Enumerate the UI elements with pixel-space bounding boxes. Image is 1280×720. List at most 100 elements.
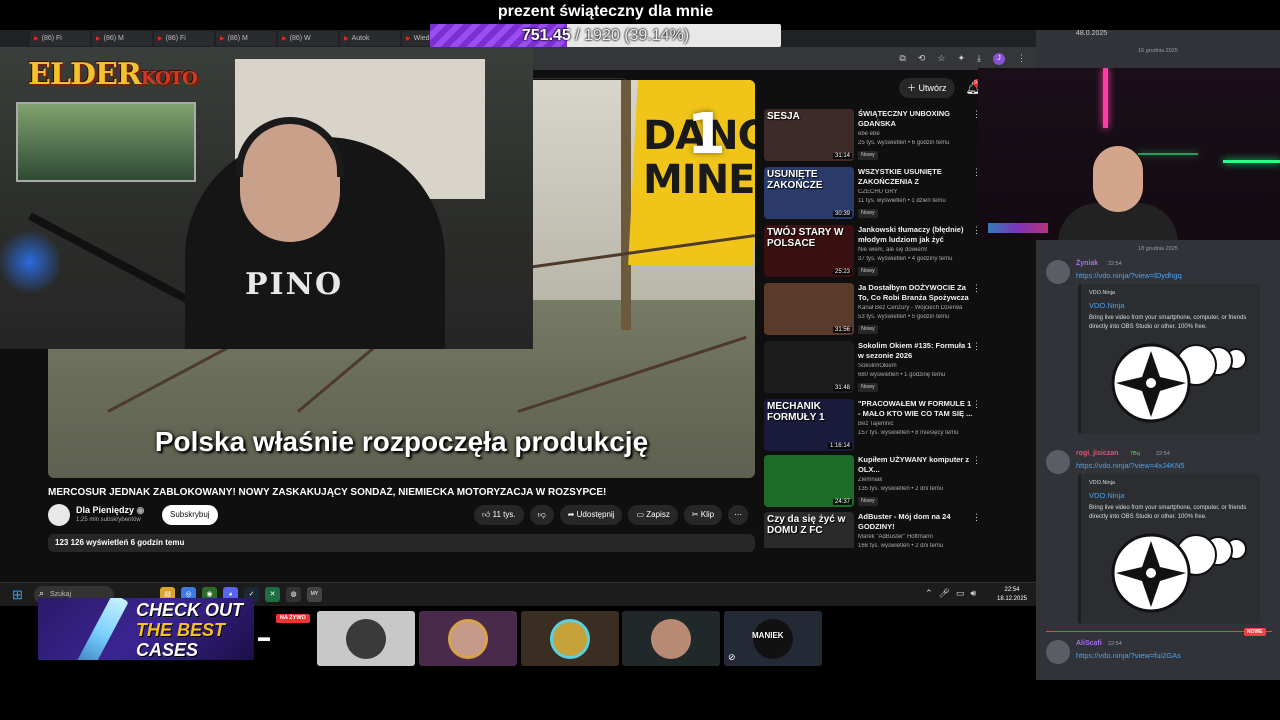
browser-tab[interactable]: (86) Fi bbox=[154, 31, 214, 46]
stream-tile[interactable] bbox=[317, 611, 415, 666]
video-thumbnail[interactable]: 31:48 bbox=[764, 341, 854, 393]
browser-tab[interactable]: (86) M bbox=[216, 31, 276, 46]
channel-name[interactable]: Kanał Bez Cenzury - Wojciech Dzierwa bbox=[858, 305, 974, 311]
message-link[interactable]: https://vdo.ninja/?view=fui2GAs bbox=[1076, 651, 1181, 660]
link-embed[interactable]: VDO.Ninja VDO.Ninja Bring live video from … bbox=[1078, 284, 1260, 434]
recommended-video[interactable]: 31:56 Ja Dostałbym DOŻYWOCIE Za To, Co Ro… bbox=[764, 283, 984, 339]
description-box[interactable]: 123 126 wyświetleń 6 godzin temu bbox=[48, 534, 755, 552]
message-author[interactable]: AliScafi bbox=[1076, 640, 1102, 647]
subscribe-button[interactable]: Subskrybuj bbox=[162, 505, 218, 525]
user-avatar[interactable] bbox=[1046, 260, 1070, 284]
dislike-button[interactable]: 👎︎ bbox=[529, 505, 554, 525]
video-thumbnail[interactable]: 24:37 bbox=[764, 455, 854, 507]
obs-icon[interactable]: ◍ bbox=[286, 587, 301, 602]
windows-start-icon[interactable]: ⊞ bbox=[12, 588, 26, 602]
car-avatar bbox=[346, 619, 386, 659]
embed-title[interactable]: VDO.Ninja bbox=[1089, 491, 1124, 500]
webcam-left: PINO ELDERKOTO bbox=[0, 47, 533, 349]
link-embed[interactable]: VDO.Ninja VDO.Ninja Bring live video from … bbox=[1078, 474, 1260, 624]
browser-tab[interactable]: Autok bbox=[340, 31, 400, 46]
neon-light bbox=[1103, 68, 1108, 128]
channel-name[interactable]: CZECHU GRY bbox=[858, 189, 974, 195]
goal-rest: / 1920 (39.14%) bbox=[570, 27, 690, 44]
recommended-video[interactable]: MECHANIK FORMUŁY 1 1:16:14 "PRACOWAŁEM W F… bbox=[764, 399, 984, 455]
stream-tile[interactable] bbox=[622, 611, 720, 666]
message-author[interactable]: Żyniak bbox=[1076, 260, 1098, 267]
stream-tile[interactable] bbox=[419, 611, 517, 666]
more-vert-icon[interactable]: ⋮ bbox=[972, 283, 981, 294]
channel-name-text: Dla Pieniędzy bbox=[76, 505, 135, 515]
channel-name[interactable]: Marek "AdBuster" Hoffmann bbox=[858, 534, 974, 540]
channel-name[interactable]: ebe ebe bbox=[858, 131, 974, 137]
more-actions-button[interactable]: ⋯ bbox=[728, 505, 749, 525]
message-link[interactable]: https://vdo.ninja/?view=4xJ4KN5 bbox=[1076, 461, 1185, 470]
video-title: MERCOSUR JEDNAK ZABLOKOWANY! NOWY ZASKAK… bbox=[48, 487, 607, 498]
stream-tile[interactable] bbox=[521, 611, 619, 666]
embed-provider: VDO.Ninja bbox=[1089, 290, 1115, 296]
browser-tab[interactable]: (86) W bbox=[278, 31, 338, 46]
system-tray[interactable]: ⌃🎤︎▭🔊︎ bbox=[925, 588, 982, 599]
game-avatar bbox=[550, 619, 590, 659]
translate-icon[interactable]: ⟲ bbox=[918, 53, 926, 64]
extension-icon[interactable]: ⧉ bbox=[899, 53, 905, 64]
user-avatar[interactable] bbox=[1046, 640, 1070, 664]
video-thumbnail[interactable]: TWÓJ STARY W POLSACE 25:23 bbox=[764, 225, 854, 277]
video-meta: 135 tys. wyświetleń • 2 dni temu bbox=[858, 486, 944, 492]
video-meta: 53 tys. wyświetleń • 5 godzin temu bbox=[858, 314, 950, 320]
recommended-video[interactable]: 24:37 Kupiłem UŻYWANY komputer z OLX... Zi… bbox=[764, 455, 984, 511]
more-vert-icon[interactable]: ⋮ bbox=[972, 399, 981, 410]
channel-name[interactable]: Nie wiem, ale się dowiem! bbox=[858, 247, 974, 253]
embed-title[interactable]: VDO.Ninja bbox=[1089, 301, 1124, 310]
channel-avatar[interactable] bbox=[48, 504, 70, 526]
video-thumbnail[interactable]: 31:56 bbox=[764, 283, 854, 335]
browser-tab[interactable]: (86) Fi bbox=[30, 31, 90, 46]
share-icon: ➦ bbox=[567, 510, 575, 519]
video-title[interactable]: WSZYSTKIE USUNIĘTE ZAKOŃCZENIA Z CYBERPU… bbox=[858, 167, 974, 187]
extensions-puzzle-icon[interactable]: ✦ bbox=[957, 53, 965, 64]
recommended-video[interactable]: SESJA 31:14 ŚWIĄTECZNY UNBOXING GDAŃSKA ebe… bbox=[764, 109, 984, 165]
video-title[interactable]: Ja Dostałbym DOŻYWOCIE Za To, Co Robi Br… bbox=[858, 283, 974, 303]
recommended-video[interactable]: USUNIĘTE ZAKOŃCZE 30:39 WSZYSTKIE USUNIĘTE… bbox=[764, 167, 984, 223]
app-my-icon[interactable]: MY bbox=[307, 587, 322, 602]
video-title[interactable]: Jankowski tłumaczy (błędnie) młodym ludz… bbox=[858, 225, 974, 245]
stream-tile[interactable]: MANIEK bbox=[724, 611, 822, 666]
message-link[interactable]: https://vdo.ninja/?view=lDydhgq bbox=[1076, 271, 1182, 280]
video-meta: 37 tys. wyświetleń • 4 godziny temu bbox=[858, 256, 953, 262]
profile-avatar[interactable]: J bbox=[993, 52, 1005, 65]
bookmark-star-icon[interactable]: ☆ bbox=[937, 53, 945, 64]
promo-banner[interactable]: CHECK OUT THE BEST CASES bbox=[38, 598, 254, 660]
more-vert-icon[interactable]: ⋮ bbox=[972, 512, 981, 523]
excel-icon[interactable]: ✕ bbox=[265, 587, 280, 602]
video-title[interactable]: "PRACOWAŁEM W FORMULE 1 - MAŁO KTO WIE C… bbox=[858, 399, 974, 419]
channel-name[interactable]: Bez Tajemnic bbox=[858, 421, 974, 427]
video-title[interactable]: Sokolim Okiem #135: Formuła 1 w sezonie … bbox=[858, 341, 974, 361]
recommended-video[interactable]: Czy da się żyć w DOMU Z FC AdBuster - Mój… bbox=[764, 512, 984, 548]
share-button[interactable]: ➦ Udostępnij bbox=[559, 505, 623, 525]
user-avatar[interactable] bbox=[1046, 450, 1070, 474]
recommended-video[interactable]: 31:48 Sokolim Okiem #135: Formuła 1 w sez… bbox=[764, 341, 984, 397]
video-thumbnail[interactable]: Czy da się żyć w DOMU Z FC bbox=[764, 512, 854, 548]
more-vert-icon[interactable]: ⋮ bbox=[972, 455, 981, 466]
message-author[interactable]: rogi_jisiczan bbox=[1076, 450, 1118, 457]
blue-light bbox=[0, 227, 60, 297]
taskbar-clock[interactable]: 22:54 18.12.2025 bbox=[992, 586, 1032, 604]
browser-tab[interactable]: (86) M bbox=[92, 31, 152, 46]
more-vert-icon[interactable]: ⋮ bbox=[972, 341, 981, 352]
channel-name[interactable]: SokolimOkiem bbox=[858, 363, 974, 369]
video-title[interactable]: ŚWIĄTECZNY UNBOXING GDAŃSKA bbox=[858, 109, 974, 129]
video-thumbnail[interactable]: SESJA 31:14 bbox=[764, 109, 854, 161]
clip-button[interactable]: ✂ Klip bbox=[683, 505, 723, 525]
video-thumbnail[interactable]: USUNIĘTE ZAKOŃCZE 30:39 bbox=[764, 167, 854, 219]
video-title[interactable]: Kupiłem UŻYWANY komputer z OLX... bbox=[858, 455, 974, 475]
video-title[interactable]: AdBuster - Mój dom na 24 GODZINY! bbox=[858, 512, 974, 532]
channel-name[interactable]: Ziemniak bbox=[858, 477, 974, 483]
browser-menu-icon[interactable]: ⋮ bbox=[1017, 53, 1026, 64]
like-button[interactable]: 👍︎ 11 tys. bbox=[474, 505, 524, 525]
promo-line3: CASES bbox=[136, 640, 199, 660]
video-meta: 25 tys. wyświetleń • 6 godzin temu bbox=[858, 140, 950, 146]
save-button[interactable]: ▭ Zapisz bbox=[628, 505, 678, 525]
channel-name[interactable]: Dla Pieniędzy ◉ bbox=[76, 505, 144, 516]
recommended-video[interactable]: TWÓJ STARY W POLSACE 25:23 Jankowski tłuma… bbox=[764, 225, 984, 281]
downloads-icon[interactable]: ⤓ bbox=[977, 53, 981, 64]
video-thumbnail[interactable]: MECHANIK FORMUŁY 1 1:16:14 bbox=[764, 399, 854, 451]
